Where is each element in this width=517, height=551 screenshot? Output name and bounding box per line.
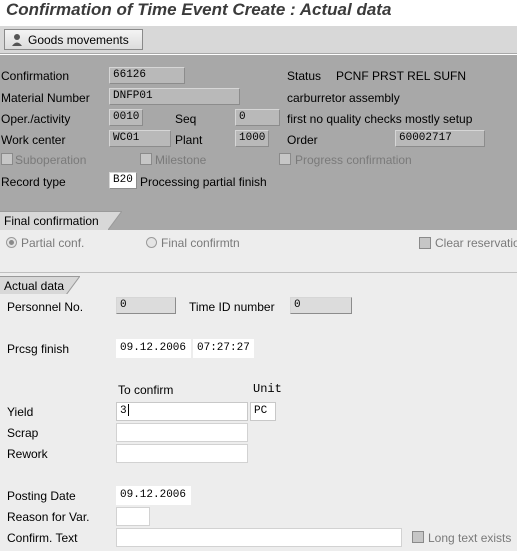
unit-header: Unit — [253, 382, 282, 396]
work-center-field[interactable]: WC01 — [109, 130, 171, 147]
status-value: PCNF PRST REL SUFN — [336, 69, 467, 83]
tab-wedge-icon — [66, 276, 80, 295]
suboperation-label: Suboperation — [15, 153, 87, 167]
processing-finish-date-field[interactable]: 09.12.2006 — [116, 339, 191, 358]
milestone-checkbox[interactable] — [140, 153, 152, 165]
to-confirm-header: To confirm — [118, 383, 174, 397]
actual-data-tabstrip: Actual data — [0, 272, 517, 295]
reason-for-variance-label: Reason for Var. — [7, 510, 90, 524]
personnel-no-label: Personnel No. — [7, 300, 84, 314]
application-toolbar: Goods movements — [0, 26, 517, 54]
final-confirmation-tab: Final confirmation — [0, 211, 108, 230]
oper-description: first no quality checks mostly setup — [287, 112, 473, 126]
processing-finish-time-field[interactable]: 07:27:27 — [193, 339, 254, 358]
final-confirmation-section: Partial conf. Final confirmtn Clear rese… — [0, 230, 517, 260]
confirmation-field[interactable]: 66126 — [109, 67, 185, 84]
clear-reservation-label: Clear reservatio — [435, 236, 517, 250]
confirmation-text-field[interactable] — [116, 528, 402, 547]
page-title: Confirmation of Time Event Create : Actu… — [6, 0, 392, 19]
actual-data-section: Personnel No. 0 Time ID number 0 Prcsg f… — [0, 294, 517, 551]
goods-movements-button[interactable]: Goods movements — [4, 29, 143, 50]
record-type-field[interactable]: B20 — [109, 172, 137, 189]
order-field[interactable]: 60002717 — [395, 130, 485, 147]
progress-confirmation-label: Progress confirmation — [295, 153, 412, 167]
yield-unit-field[interactable]: PC — [250, 402, 276, 421]
suboperation-checkbox[interactable] — [1, 153, 13, 165]
text-cursor — [127, 404, 129, 417]
record-type-label: Record type — [1, 175, 66, 189]
confirmation-label: Confirmation — [1, 69, 70, 83]
final-confirmation-tabstrip: Final confirmation — [0, 207, 517, 230]
reason-for-variance-field[interactable] — [116, 507, 150, 526]
confirmation-text-label: Confirm. Text — [7, 531, 78, 545]
status-label: Status — [287, 69, 322, 83]
progress-confirmation-checkbox[interactable] — [279, 153, 291, 165]
time-id-field[interactable]: 0 — [290, 297, 352, 314]
posting-date-label: Posting Date — [7, 489, 76, 503]
rework-label: Rework — [7, 447, 48, 461]
clear-reservation-checkbox[interactable] — [419, 237, 431, 249]
oper-activity-field[interactable]: 0010 — [109, 109, 143, 126]
scrap-label: Scrap — [7, 426, 39, 440]
material-description: carburretor assembly — [287, 91, 400, 105]
yield-label: Yield — [7, 405, 34, 419]
actual-data-tab: Actual data — [0, 276, 66, 295]
posting-date-field[interactable]: 09.12.2006 — [116, 486, 191, 505]
yield-value: 3 — [120, 405, 127, 417]
seq-field[interactable]: 0 — [235, 109, 280, 126]
final-confirmation-label: Final confirmtn — [161, 236, 240, 250]
time-id-label: Time ID number — [189, 300, 275, 314]
plant-label: Plant — [175, 133, 203, 147]
person-icon — [12, 33, 22, 46]
header-section: Confirmation 66126 Status PCNF PRST REL … — [0, 55, 517, 207]
order-label: Order — [287, 133, 318, 147]
yield-field[interactable]: 3 — [116, 402, 248, 421]
scrap-field[interactable] — [116, 423, 248, 442]
long-text-exists-label: Long text exists — [428, 531, 512, 545]
partial-conf-label: Partial conf. — [21, 236, 85, 250]
material-number-label: Material Number — [1, 91, 90, 105]
section-gap — [0, 260, 517, 272]
tab-wedge-icon — [108, 211, 122, 230]
final-confirmation-radio[interactable] — [146, 237, 157, 248]
plant-field[interactable]: 1000 — [235, 130, 269, 147]
rework-field[interactable] — [116, 444, 248, 463]
seq-label: Seq — [175, 112, 197, 126]
material-number-field[interactable]: DNFP01 — [109, 88, 240, 105]
milestone-label: Milestone — [155, 153, 207, 167]
personnel-no-field[interactable]: 0 — [116, 297, 176, 314]
oper-activity-label: Oper./activity — [1, 112, 71, 126]
work-center-label: Work center — [1, 133, 66, 147]
processing-finish-label: Prcsg finish — [7, 342, 70, 356]
long-text-exists-checkbox[interactable] — [412, 531, 424, 543]
goods-movements-label: Goods movements — [28, 32, 129, 47]
partial-conf-radio[interactable] — [6, 237, 17, 248]
record-type-description: Processing partial finish — [140, 175, 267, 189]
